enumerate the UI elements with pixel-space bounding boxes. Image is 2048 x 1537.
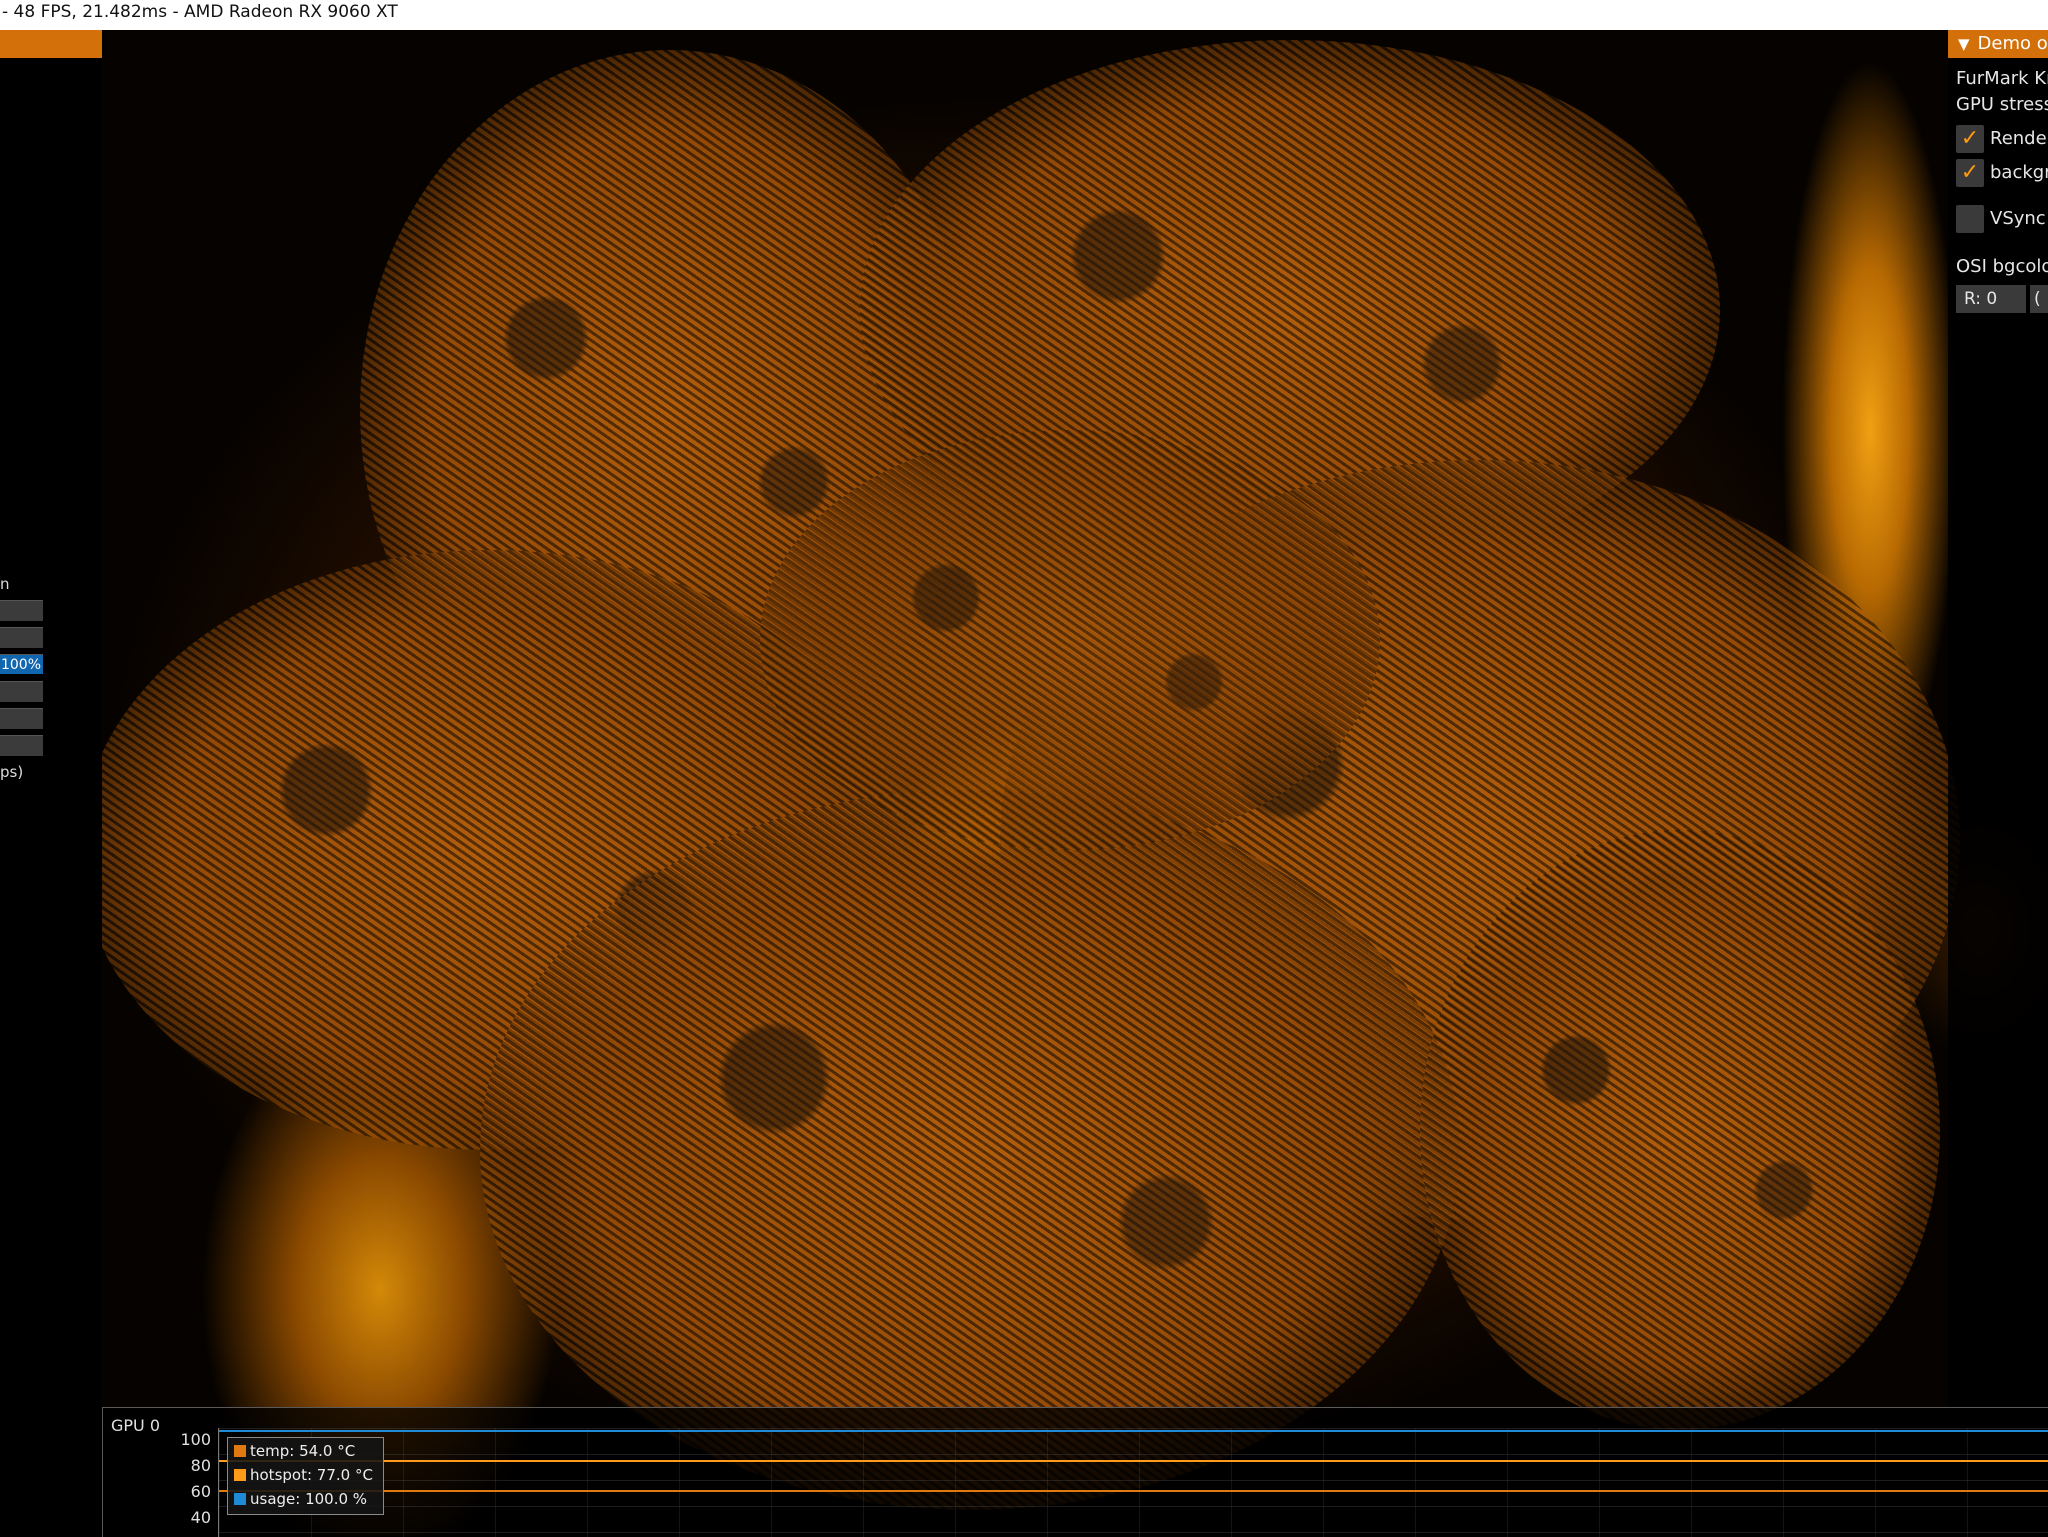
legend-swatch [234, 1445, 246, 1457]
bgcolor-r-field[interactable]: R: 0 [1956, 285, 2026, 313]
hotspot-series-line [219, 1459, 2048, 1462]
usage-series-line [219, 1430, 2048, 1432]
background-checkbox[interactable]: ✓ [1956, 159, 1984, 187]
render-checkbox-label: Render [1990, 128, 2048, 149]
left-slider[interactable] [0, 600, 43, 621]
left-panel-label: n [0, 575, 10, 593]
left-slider[interactable] [0, 627, 43, 648]
y-tick-label: 80 [190, 1456, 211, 1475]
left-panel-label: ps) [0, 763, 24, 781]
window-titlebar: - 48 FPS, 21.482ms - AMD Radeon RX 9060 … [0, 0, 2048, 31]
vsync-checkbox[interactable] [1956, 205, 1984, 233]
fur-torus-segment [760, 430, 1380, 850]
temp-series-line [219, 1489, 2048, 1492]
legend-label: hotspot: 77.0 °C [250, 1466, 373, 1484]
fur-torus-segment [480, 790, 1460, 1510]
legend-item-hotspot: hotspot: 77.0 °C [234, 1464, 373, 1486]
vsync-checkbox-label: VSync [1990, 208, 2046, 229]
bgcolor-label: OSI bgcolo [1956, 256, 2048, 277]
left-side-panel: n 100% ps) [0, 30, 102, 1536]
app-subtitle-text: GPU stress [1956, 94, 2048, 115]
y-tick-label: 60 [190, 1482, 211, 1501]
gpu-monitor-graph: GPU 0 100 80 60 40 temp: 54.0 °C hotspot… [102, 1407, 2048, 1537]
demo-options-header[interactable]: ▼ Demo o [1948, 30, 2048, 58]
app-name-text: FurMark Kn [1956, 68, 2048, 89]
left-panel-header[interactable] [0, 30, 102, 58]
bgcolor-g-field[interactable]: ( [2030, 285, 2048, 313]
graph-plot-area [218, 1428, 2048, 1537]
render-checkbox[interactable]: ✓ [1956, 125, 1984, 153]
left-slider[interactable] [0, 681, 43, 702]
panel-title: Demo o [1977, 33, 2048, 54]
legend-label: usage: 100.0 % [250, 1490, 368, 1508]
left-slider[interactable] [0, 708, 43, 729]
legend-item-usage: usage: 100.0 % [234, 1488, 367, 1510]
fur-torus-segment [1420, 830, 1940, 1430]
left-slider-active[interactable]: 100% [0, 654, 43, 674]
y-tick-label: 100 [180, 1430, 211, 1449]
background-checkbox-label: backgr [1990, 162, 2048, 183]
graph-legend: temp: 54.0 °C hotspot: 77.0 °C usage: 10… [227, 1437, 384, 1515]
left-slider[interactable] [0, 735, 43, 756]
legend-label: temp: 54.0 °C [250, 1442, 356, 1460]
graph-title: GPU 0 [111, 1416, 161, 1435]
demo-options-panel: ▼ Demo o FurMark Kn GPU stress ✓ Render ✓… [1948, 30, 2048, 1410]
legend-swatch [234, 1469, 246, 1481]
window-title: - 48 FPS, 21.482ms - AMD Radeon RX 9060 … [2, 2, 398, 22]
fur-render-viewport [0, 30, 2048, 1536]
legend-swatch [234, 1493, 246, 1505]
legend-item-temp: temp: 54.0 °C [234, 1440, 355, 1462]
collapse-triangle-icon[interactable]: ▼ [1958, 30, 1970, 58]
y-tick-label: 40 [190, 1508, 211, 1527]
